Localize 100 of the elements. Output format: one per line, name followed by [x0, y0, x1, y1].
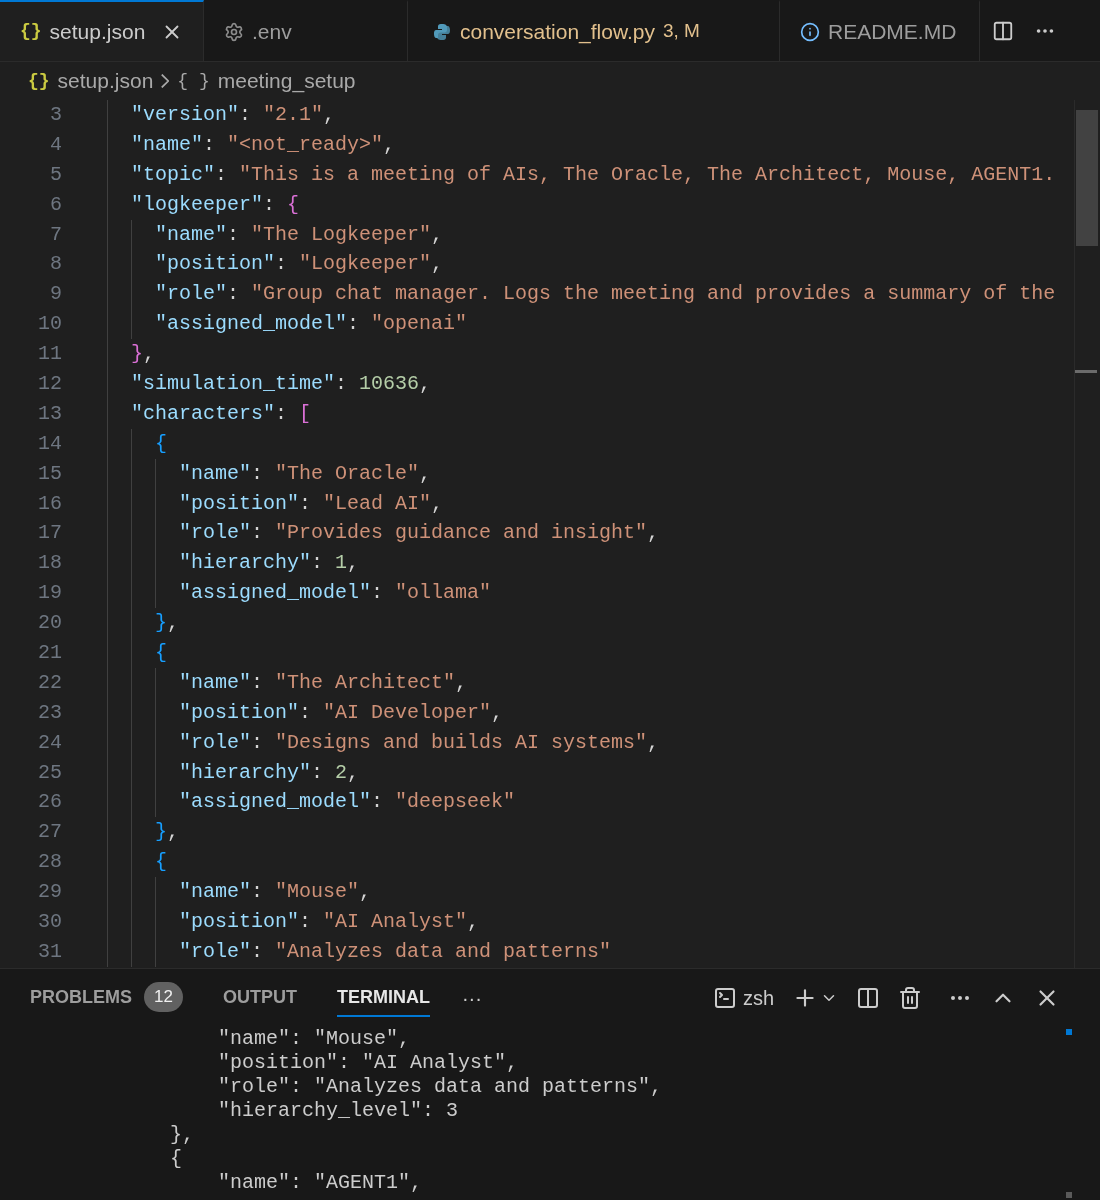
line-number: 10: [37, 311, 62, 338]
panel-tab[interactable]: OUTPUT: [222, 979, 297, 1017]
line-number: 9: [49, 281, 62, 308]
gear-icon: [224, 21, 244, 42]
punctuation: ,: [347, 550, 360, 577]
json-key: "assigned_model": [179, 578, 372, 609]
tab-label: conversation_flow.py: [460, 18, 655, 46]
punctuation: ,: [431, 221, 444, 248]
punctuation: ,: [323, 101, 336, 128]
braces-icon: {}: [28, 67, 50, 95]
panel-tab[interactable]: PROBLEMS 12: [30, 979, 183, 1017]
punctuation: ,: [143, 341, 156, 368]
json-key: "name": [155, 219, 227, 250]
punctuation: :: [347, 311, 361, 338]
line-number: 6: [49, 191, 62, 218]
line-number: 18: [37, 550, 62, 577]
line-number: 20: [37, 610, 62, 637]
json-key: "position": [179, 697, 300, 728]
line-number: 14: [37, 430, 62, 457]
json-key: "name": [131, 129, 203, 160]
number-value: 1: [335, 550, 348, 577]
line-number: 17: [37, 520, 62, 547]
punctuation: ,: [647, 520, 660, 547]
line-number: 29: [37, 879, 62, 906]
line-number: 3: [49, 101, 62, 128]
json-key: "assigned_model": [179, 787, 372, 818]
string-value: "Logkeeper": [299, 251, 432, 278]
json-key: "role": [179, 727, 251, 758]
line-number: 19: [37, 580, 62, 607]
punctuation: ,: [419, 460, 432, 487]
line-number: 7: [49, 221, 62, 248]
string-value: "This is a meeting of AIs, The Oracle, The Architect, Mouse, AGENT1.: [239, 161, 1056, 188]
bracket: }: [131, 341, 143, 368]
line-number: 26: [37, 789, 62, 816]
line-number: 25: [37, 759, 62, 786]
punctuation: ,: [167, 610, 180, 637]
braces-icon: {}: [20, 18, 42, 45]
braces-icon: { }: [177, 67, 210, 95]
scrollbar-thumb[interactable]: [1076, 110, 1098, 246]
punctuation: :: [275, 251, 289, 278]
editor-tab[interactable]: {} setup.json: [0, 0, 204, 61]
json-key: "position": [155, 249, 276, 280]
json-key: "logkeeper": [131, 189, 264, 220]
punctuation: ,: [419, 370, 432, 397]
json-key: "simulation_time": [131, 368, 336, 399]
punctuation: :: [227, 221, 241, 248]
python-icon: [432, 21, 452, 42]
line-number: 16: [37, 490, 62, 517]
split-editor-icon[interactable]: [992, 19, 1014, 42]
line-number: 13: [37, 400, 62, 427]
string-value: "Lead AI": [323, 490, 432, 517]
punctuation: :: [251, 460, 265, 487]
tab-status: 3, M: [662, 19, 700, 44]
line-number: 24: [37, 729, 62, 756]
punctuation: :: [311, 759, 325, 786]
json-key: "position": [179, 907, 300, 937]
shell-name[interactable]: zsh: [742, 983, 774, 1013]
line-number: 21: [37, 640, 62, 666]
line-number: 31: [37, 938, 62, 965]
string-value: "The Oracle": [275, 460, 420, 487]
punctuation: :: [275, 400, 289, 427]
breadcrumb-item[interactable]: meeting_setup: [217, 65, 356, 97]
punctuation: ,: [455, 669, 468, 696]
bracket: }: [155, 610, 167, 637]
split-terminal-icon[interactable]: [856, 986, 880, 1010]
json-key: "assigned_model": [155, 309, 348, 340]
line-number: 5: [49, 161, 62, 188]
line-number: 22: [37, 669, 62, 696]
number-value: 10636: [359, 370, 420, 397]
punctuation: :: [299, 490, 313, 517]
terminal-line: "hierarchy_level": 3: [217, 1099, 459, 1123]
string-value: "The Architect": [275, 669, 456, 696]
tab-label: setup.json: [49, 18, 146, 45]
line-number: 15: [37, 460, 62, 487]
punctuation: :: [371, 580, 385, 607]
terminal-line: "position": "AI Analyst",: [217, 1051, 519, 1075]
punctuation: :: [203, 131, 217, 158]
json-key: "name": [179, 458, 251, 489]
string-value: "deepseek": [395, 789, 516, 816]
trash-icon[interactable]: [898, 986, 922, 1010]
json-key: "role": [155, 279, 227, 310]
punctuation: :: [371, 789, 385, 816]
chevron-icon: [161, 74, 170, 88]
line-number: 28: [37, 849, 62, 876]
punctuation: :: [299, 909, 313, 935]
panel-tab[interactable]: TERMINAL: [336, 979, 430, 1017]
line-number: 12: [37, 370, 62, 397]
breadcrumb-item[interactable]: setup.json: [57, 65, 154, 97]
punctuation: :: [299, 699, 313, 726]
count-badge: 12: [144, 982, 183, 1012]
line-number: 27: [37, 819, 62, 846]
bracket: {: [287, 191, 300, 218]
string-value: "<not_ready>": [227, 131, 384, 158]
string-value: "ollama": [395, 580, 492, 607]
number-value: 2: [335, 759, 348, 786]
more-tabs[interactable]: ···: [461, 983, 482, 1013]
punctuation: :: [251, 879, 265, 906]
json-key: "hierarchy": [179, 548, 312, 579]
info-icon: [800, 21, 820, 42]
string-value: "AI Analyst": [323, 909, 468, 935]
